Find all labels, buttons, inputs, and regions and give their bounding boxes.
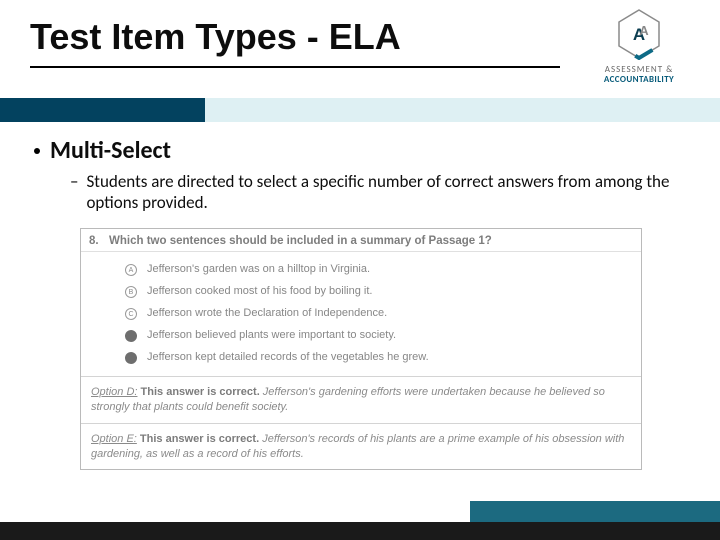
option-row: C Jefferson wrote the Declaration of Inde… <box>125 302 633 324</box>
question-number: 8. <box>89 235 109 247</box>
footer-band <box>0 500 720 540</box>
option-bubble-filled-icon <box>125 330 137 342</box>
title-area: Test Item Types - ELA <box>30 18 560 68</box>
logo-label-2: ACCOUNTABILITY <box>584 74 694 85</box>
options-list: A Jefferson's garden was on a hilltop in … <box>81 252 641 376</box>
title-underline <box>30 66 560 68</box>
option-row: Jefferson kept detailed records of the v… <box>125 346 633 368</box>
bullet-level-2: – Students are directed to select a spec… <box>70 171 690 214</box>
option-text: Jefferson believed plants were important… <box>147 329 396 341</box>
feedback-list: Option D: This answer is correct. Jeffer… <box>81 376 641 469</box>
stem-bold: two <box>147 235 167 247</box>
feedback-lead: Option D: <box>91 386 137 398</box>
feedback-block: Option E: This answer is correct. Jeffer… <box>81 423 641 470</box>
svg-text:A: A <box>639 23 649 38</box>
stem-post: sentences should be included in a summar… <box>167 235 492 247</box>
option-text: Jefferson's garden was on a hilltop in V… <box>147 263 370 275</box>
footer-teal <box>470 501 720 522</box>
feedback-strong: This answer is correct. <box>140 433 259 445</box>
option-text: Jefferson kept detailed records of the v… <box>147 351 429 363</box>
header-band-light <box>205 98 720 122</box>
bullet-level-1: Multi-Select <box>30 136 690 165</box>
bullet-dot-icon <box>34 148 40 154</box>
header-band <box>0 98 720 122</box>
option-row: Jefferson believed plants were important… <box>125 324 633 346</box>
question-stem: 8. Which two sentences should be include… <box>81 229 641 252</box>
feedback-block: Option D: This answer is correct. Jeffer… <box>81 376 641 423</box>
footer-dark <box>0 522 720 540</box>
option-bubble-icon: C <box>125 308 137 320</box>
slide-title: Test Item Types - ELA <box>30 18 560 56</box>
feedback-strong: This answer is correct. <box>141 386 260 398</box>
bullet-2-text: Students are directed to select a specif… <box>86 171 690 214</box>
option-text: Jefferson cooked most of his food by boi… <box>147 285 372 297</box>
bullet-dash-icon: – <box>70 171 78 192</box>
option-letter: C <box>126 309 136 320</box>
logo-hex-icon: A A <box>613 8 665 60</box>
feedback-lead: Option E: <box>91 433 137 445</box>
body-content: Multi-Select – Students are directed to … <box>30 136 690 214</box>
logo: A A ASSESSMENT & ACCOUNTABILITY <box>584 8 694 85</box>
option-text: Jefferson wrote the Declaration of Indep… <box>147 307 387 319</box>
stem-pre: Which <box>109 235 147 247</box>
option-letter: B <box>126 287 136 298</box>
option-letter: A <box>126 265 136 276</box>
bullet-1-text: Multi-Select <box>50 136 171 165</box>
option-bubble-icon: B <box>125 286 137 298</box>
question-text: Which two sentences should be included i… <box>109 235 492 247</box>
option-row: A Jefferson's garden was on a hilltop in … <box>125 258 633 280</box>
option-bubble-icon: A <box>125 264 137 276</box>
example-item: 8. Which two sentences should be include… <box>80 228 642 470</box>
option-bubble-filled-icon <box>125 352 137 364</box>
header-band-dark <box>0 98 205 122</box>
option-row: B Jefferson cooked most of his food by bo… <box>125 280 633 302</box>
slide: Test Item Types - ELA A A ASSESSMENT & A… <box>0 0 720 540</box>
